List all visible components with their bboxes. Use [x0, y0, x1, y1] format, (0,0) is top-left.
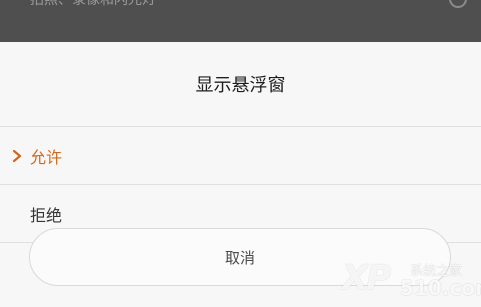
chevron-right-icon	[12, 149, 22, 162]
option-deny-label: 拒绝	[30, 205, 63, 225]
cancel-button[interactable]: 取消	[29, 228, 451, 286]
dialog-title: 显示悬浮窗	[195, 75, 286, 96]
permission-dialog: 显示悬浮窗 允许 拒绝 取消	[0, 42, 481, 307]
background-permission-text: 拍照、录像和闪光灯	[30, 0, 156, 8]
option-allow[interactable]: 允许	[0, 127, 481, 184]
background-toggle-icon	[449, 0, 467, 8]
option-allow-label: 允许	[30, 147, 63, 167]
background-overlay: 拍照、录像和闪光灯	[0, 0, 481, 42]
